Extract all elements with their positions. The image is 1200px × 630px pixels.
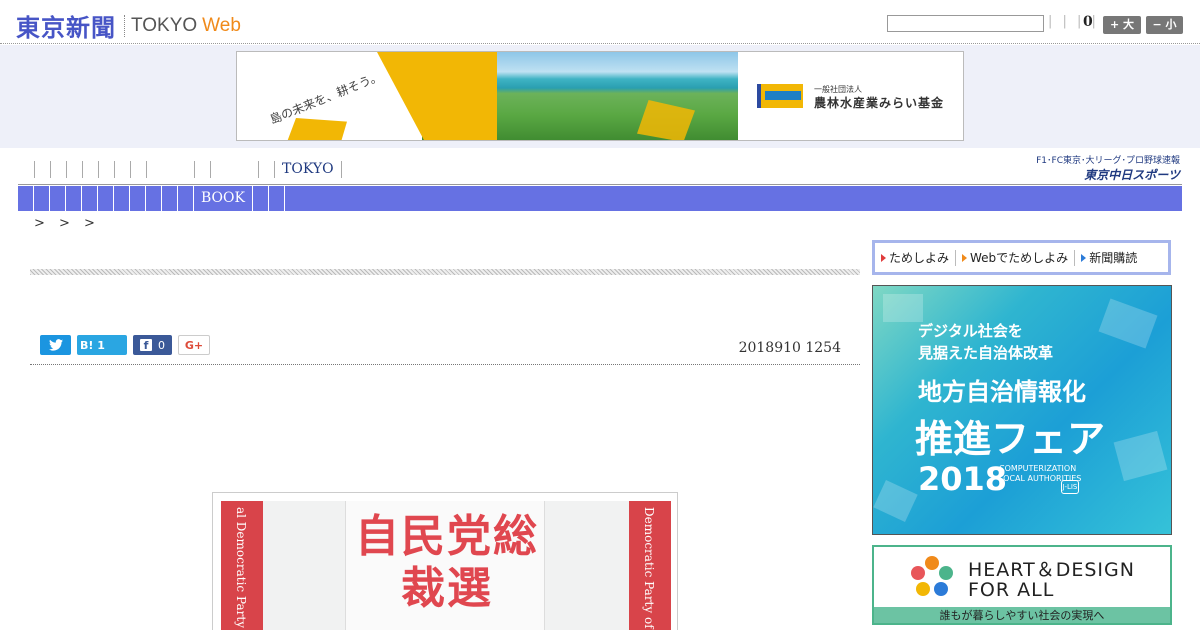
ad-org-flag-icon bbox=[757, 84, 803, 108]
nav-item[interactable] bbox=[146, 161, 194, 178]
photo-banner-right: Democratic Party of J bbox=[629, 501, 671, 630]
photo-banner-right-text: Democratic Party of J bbox=[642, 507, 656, 630]
ad-decor-tile bbox=[883, 294, 923, 322]
font-size-large-button[interactable]: + 大 bbox=[1103, 16, 1141, 34]
share-hatena-button[interactable]: B! 1 bbox=[77, 335, 127, 355]
fair-ad-year: 2018 bbox=[918, 460, 1008, 498]
breadcrumb[interactable]: > > > bbox=[34, 216, 100, 231]
arrow-right-icon bbox=[881, 253, 886, 262]
nav-item[interactable] bbox=[114, 161, 130, 178]
sports-link-title: 東京中日スポーツ bbox=[1084, 168, 1180, 182]
trial-separator bbox=[955, 249, 957, 266]
share-twitter-button[interactable] bbox=[40, 335, 71, 355]
logo-tokyo-text: TOKYO bbox=[131, 14, 198, 36]
nav-item[interactable] bbox=[82, 161, 98, 178]
fair-ad-line3: 地方自治情報化 bbox=[918, 378, 1086, 406]
arrow-right-icon bbox=[1081, 253, 1087, 262]
sports-link-subtitle: F1･FC東京･大リーグ･プロ野球速報 bbox=[1036, 156, 1180, 166]
nav-bar-item[interactable] bbox=[66, 186, 82, 211]
site-header: 東京新聞 TOKYO Web | | | | 0 + 大 − 小 bbox=[0, 0, 1200, 44]
trial-separator bbox=[1074, 249, 1076, 266]
ad-decor-tile bbox=[1113, 430, 1168, 482]
tokyo-chunichi-sports-link[interactable]: F1･FC東京･大リーグ･プロ野球速報 東京中日スポーツ bbox=[1020, 153, 1180, 183]
nav-bar-item[interactable] bbox=[34, 186, 50, 211]
nav-bar-item-book[interactable]: BOOK bbox=[194, 186, 253, 211]
twitter-icon bbox=[48, 339, 63, 351]
logo-tokyo-shimbun: 東京新聞 bbox=[16, 14, 116, 42]
facebook-icon: f bbox=[140, 339, 152, 352]
nav-item[interactable] bbox=[130, 161, 146, 178]
heart-ad-line2: FOR ALL bbox=[968, 579, 1055, 601]
fair-ad-logo: J-LIS bbox=[1061, 480, 1079, 494]
heart-ad-footer: 誰もが暮らしやすい社会の実現へ bbox=[874, 607, 1170, 623]
fair-ad-title: 推進フェア bbox=[915, 417, 1106, 461]
ad-decor-tile bbox=[1098, 298, 1158, 349]
category-nav-bar: BOOK bbox=[18, 186, 1182, 211]
fair-ad-line2: 見据えた自治体改革 bbox=[918, 344, 1054, 362]
logo-web-text: Web bbox=[202, 14, 241, 36]
trial-read-link[interactable]: ためしよみ bbox=[881, 249, 949, 266]
share-facebook-button[interactable]: f 0 bbox=[133, 335, 172, 355]
nav-item-tokyo[interactable]: TOKYO bbox=[274, 161, 342, 178]
subscribe-label: 新聞購読 bbox=[1089, 251, 1138, 265]
sidebar-heart-design-ad[interactable]: HEART＆DESIGN FOR ALL 誰もが暮らしやすい社会の実現へ bbox=[872, 545, 1172, 625]
nav-bar-item[interactable] bbox=[82, 186, 98, 211]
search-input[interactable] bbox=[887, 15, 1044, 32]
site-logo[interactable]: 東京新聞 TOKYO Web bbox=[16, 8, 241, 43]
logo-divider bbox=[124, 14, 125, 37]
trial-reading-box: ためしよみ Webでためしよみ 新聞購読 bbox=[872, 240, 1171, 275]
trial-read-label: ためしよみ bbox=[889, 251, 950, 265]
font-size-small-button[interactable]: − 小 bbox=[1146, 16, 1183, 34]
article-photo[interactable]: al Democratic Party 自民党総裁選 Democratic Pa… bbox=[221, 501, 671, 630]
photo-signboard: 自民党総裁選 bbox=[345, 501, 545, 630]
photo-banner-left: al Democratic Party bbox=[221, 501, 263, 630]
nav-bar-item[interactable] bbox=[130, 186, 146, 211]
nav-item[interactable] bbox=[258, 161, 274, 178]
nav-bar-item[interactable] bbox=[18, 186, 34, 211]
web-trial-read-label: Webでためしよみ bbox=[970, 251, 1069, 265]
top-banner-ad[interactable]: 島の未来を、耕そう。 一般社団法人 農林水産業みらい基金 bbox=[236, 51, 964, 141]
sidebar-fair-ad[interactable]: デジタル社会を 見据えた自治体改革 地方自治情報化 推進フェア 2018 COM… bbox=[872, 285, 1172, 535]
nav-divider bbox=[18, 184, 1182, 185]
ad-org-name: 農林水産業みらい基金 bbox=[814, 96, 945, 110]
category-nav-top: TOKYO bbox=[34, 161, 342, 179]
article-date-rule bbox=[30, 364, 860, 365]
subscribe-link[interactable]: 新聞購読 bbox=[1081, 249, 1137, 266]
nav-bar-item[interactable] bbox=[269, 186, 285, 211]
nav-bar-item[interactable] bbox=[253, 186, 269, 211]
share-google-plus-button[interactable]: G+ bbox=[178, 335, 210, 355]
article-date: 2018910 1254 bbox=[738, 340, 841, 356]
article-title-rule bbox=[30, 269, 860, 275]
nav-bar-item[interactable] bbox=[146, 186, 162, 211]
heart-ad-line1: HEART＆DESIGN bbox=[968, 559, 1135, 581]
nav-item[interactable] bbox=[210, 161, 258, 178]
nav-bar-item[interactable] bbox=[178, 186, 194, 211]
facebook-share-count: 0 bbox=[158, 338, 165, 352]
ad-decor-tile bbox=[873, 480, 918, 522]
ad-yellow-shape bbox=[287, 118, 347, 140]
nav-bar-item[interactable] bbox=[50, 186, 66, 211]
nav-item[interactable] bbox=[98, 161, 114, 178]
nav-item[interactable] bbox=[50, 161, 66, 178]
photo-banner-left-text: al Democratic Party bbox=[234, 507, 248, 628]
nav-bar-item[interactable] bbox=[114, 186, 130, 211]
nav-bar-item[interactable] bbox=[98, 186, 114, 211]
photo-signboard-text: 自民党総裁選 bbox=[355, 511, 539, 614]
heart-design-logo-icon bbox=[911, 556, 953, 596]
nav-item[interactable] bbox=[194, 161, 210, 178]
fair-ad-line1: デジタル社会を bbox=[918, 322, 1023, 340]
header-count: 0 bbox=[1083, 14, 1093, 30]
nav-item[interactable] bbox=[66, 161, 82, 178]
nav-bar-item[interactable] bbox=[162, 186, 178, 211]
nav-item[interactable] bbox=[34, 161, 50, 178]
arrow-right-icon bbox=[962, 253, 968, 262]
web-trial-read-link[interactable]: Webでためしよみ bbox=[962, 249, 1068, 266]
article-photo-frame: al Democratic Party 自民党総裁選 Democratic Pa… bbox=[212, 492, 678, 630]
